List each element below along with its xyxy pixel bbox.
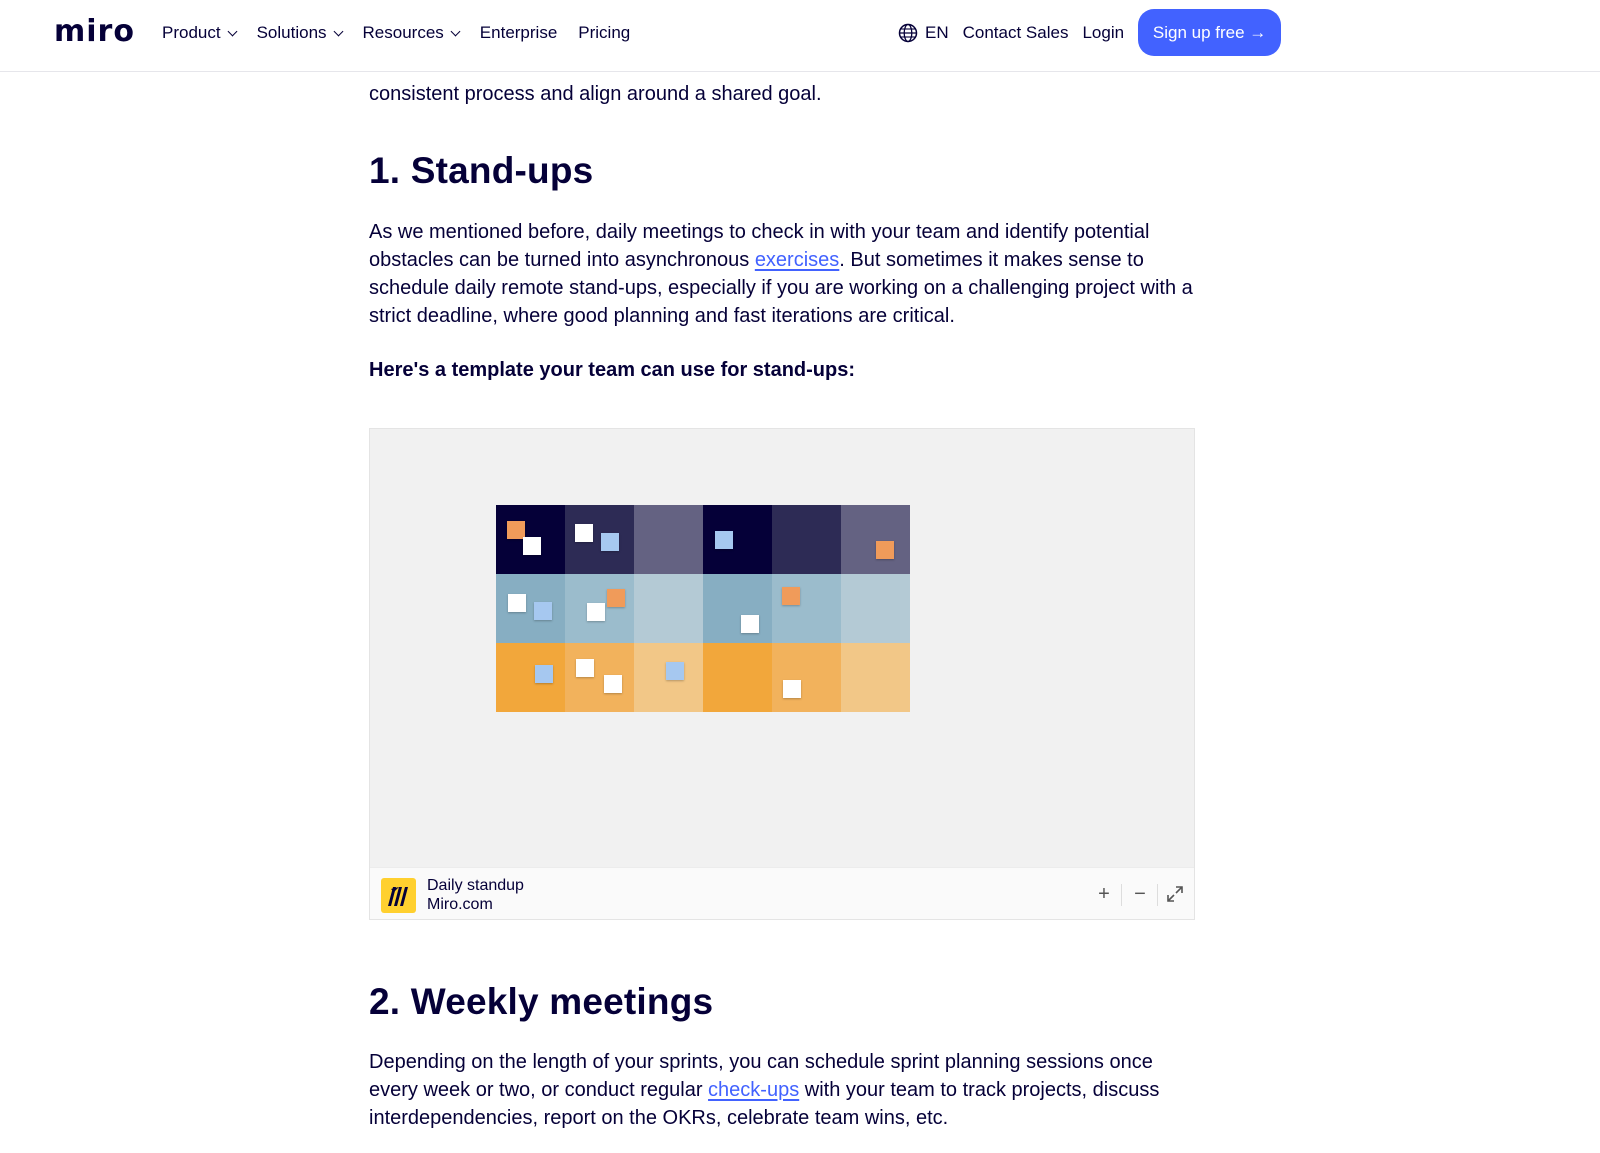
contact-sales-link[interactable]: Contact Sales (963, 23, 1069, 43)
nav-solutions[interactable]: Solutions (256, 22, 343, 44)
nav-label: Pricing (578, 23, 631, 42)
login-link[interactable]: Login (1082, 23, 1124, 43)
miro-brand-icon (381, 878, 416, 913)
miro-m-icon (387, 886, 408, 906)
nav-label: Solutions (256, 23, 327, 42)
board-cell (841, 574, 910, 643)
miro-logo[interactable]: miro (54, 14, 135, 49)
embed-footer: Daily standup Miro.com + − (370, 867, 1194, 919)
language-selector[interactable]: EN (925, 23, 949, 43)
standups-paragraph: As we mentioned before, daily meetings t… (369, 218, 1199, 330)
board-cell (772, 574, 841, 643)
control-divider (1121, 884, 1122, 906)
miro-board-embed[interactable]: Daily standup Miro.com + − (369, 428, 1195, 920)
template-intro: Here's a template your team can use for … (369, 359, 856, 381)
check-ups-link[interactable]: check-ups (708, 1079, 799, 1101)
sticky-note (715, 531, 733, 549)
sticky-note (782, 587, 800, 605)
sticky-note (666, 662, 684, 680)
board-cell (634, 505, 703, 574)
sticky-note (534, 602, 552, 620)
control-divider (1157, 884, 1158, 906)
board-cell (703, 574, 772, 643)
sticky-note (607, 589, 625, 607)
sticky-note (783, 680, 801, 698)
sticky-note (535, 665, 553, 683)
exercises-link[interactable]: exercises (755, 249, 839, 271)
nav-product[interactable]: Product (162, 22, 238, 44)
intro-text-partial: consistent process and align around a sh… (369, 83, 822, 105)
board-cell (772, 643, 841, 712)
board-cell (496, 574, 565, 643)
section-heading-standups: 1. Stand-ups (369, 150, 594, 191)
nav-resources[interactable]: Resources (362, 22, 461, 44)
board-cell (703, 643, 772, 712)
expand-icon (1167, 886, 1183, 902)
signup-button[interactable]: Sign up free → (1138, 9, 1282, 56)
sticky-note (876, 541, 894, 559)
main-nav: Product Solutions Resources Enterprise P… (162, 22, 651, 44)
standup-board-preview (496, 505, 913, 714)
sticky-note (604, 675, 622, 693)
embed-title[interactable]: Daily standup (427, 877, 524, 895)
header-actions: EN Contact Sales Login Sign up free → (898, 9, 1282, 56)
board-cell (841, 505, 910, 574)
nav-label: Resources (362, 23, 444, 42)
chevron-down-icon (227, 26, 238, 36)
weekly-meetings-paragraph: Depending on the length of your sprints,… (369, 1048, 1199, 1132)
nav-label: Product (162, 23, 221, 42)
chevron-down-icon (450, 26, 461, 36)
fullscreen-button[interactable] (1163, 882, 1187, 906)
zoom-in-button[interactable]: + (1092, 882, 1116, 906)
nav-enterprise[interactable]: Enterprise (480, 22, 557, 44)
board-cell (565, 643, 634, 712)
board-cell (703, 505, 772, 574)
sticky-note (587, 603, 605, 621)
board-cell (496, 643, 565, 712)
nav-label: Enterprise (479, 23, 558, 42)
sticky-note (741, 615, 759, 633)
chevron-down-icon (333, 26, 343, 36)
sticky-note (576, 659, 594, 677)
embed-subtitle[interactable]: Miro.com (427, 896, 493, 914)
site-header: miro Product Solutions Resources Enterpr… (0, 0, 1600, 72)
nav-pricing[interactable]: Pricing (578, 22, 630, 44)
section-heading-weekly-meetings: 2. Weekly meetings (369, 981, 714, 1022)
board-cell (841, 643, 910, 712)
globe-icon[interactable] (898, 23, 918, 43)
sticky-note (508, 594, 526, 612)
board-cell (634, 574, 703, 643)
sticky-note (601, 533, 619, 551)
sticky-note (523, 537, 541, 555)
board-cell (772, 505, 841, 574)
zoom-out-button[interactable]: − (1128, 882, 1152, 906)
sticky-note (575, 524, 593, 542)
